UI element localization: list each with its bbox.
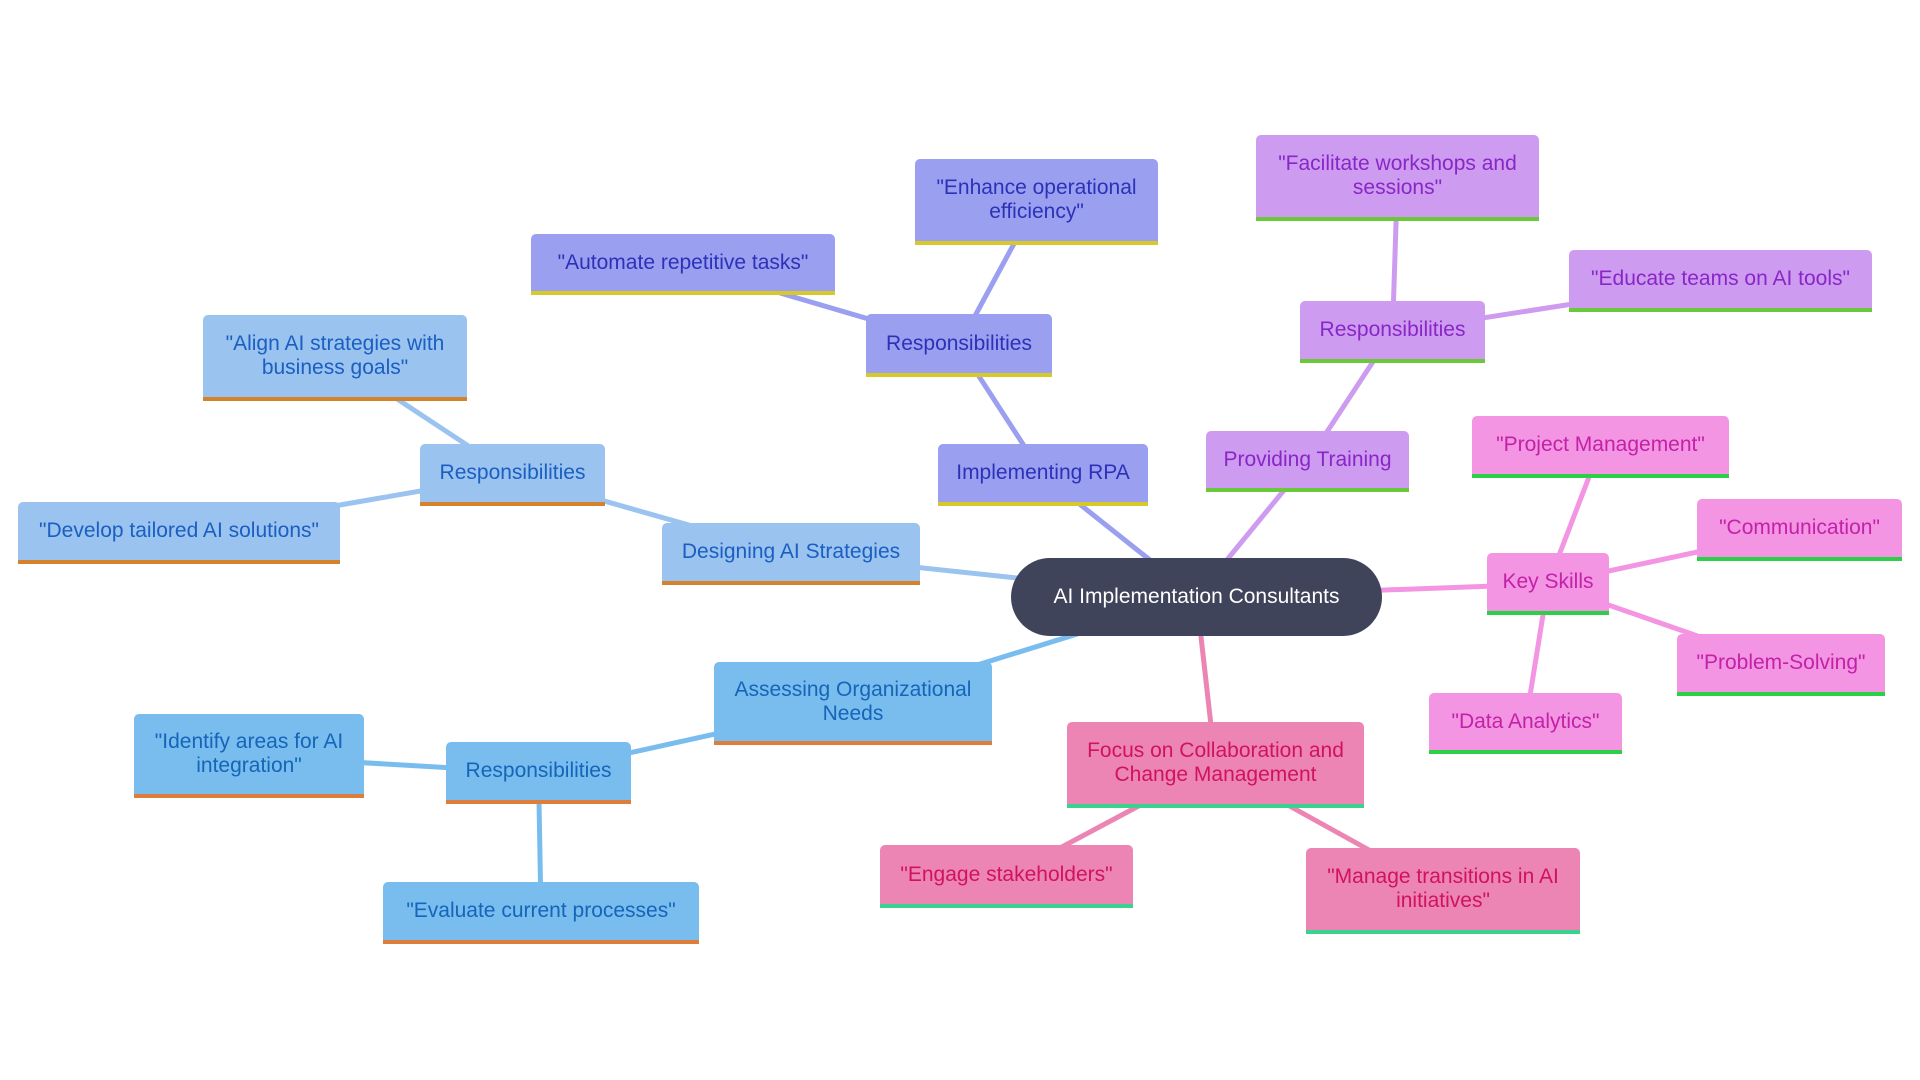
- node-implementing-rpa[interactable]: Implementing RPA: [938, 444, 1148, 506]
- node-label: "Develop tailored AI solutions": [39, 519, 319, 542]
- node-data-analytics[interactable]: "Data Analytics": [1429, 693, 1622, 754]
- node-identify-areas[interactable]: "Identify areas for AI integration": [134, 714, 364, 798]
- node-label: Key Skills: [1502, 570, 1594, 593]
- node-designing-ai-strategies[interactable]: Designing AI Strategies: [662, 523, 920, 585]
- node-label: "Engage stakeholders": [900, 862, 1113, 886]
- node-label: "Align AI strategies with business goals…: [225, 332, 445, 379]
- node-engage-stakeholders[interactable]: "Engage stakeholders": [880, 845, 1133, 908]
- node-project-management[interactable]: "Project Management": [1472, 416, 1729, 478]
- node-label: Assessing Organizational Needs: [734, 677, 972, 725]
- root-node[interactable]: AI Implementation Consultants: [1011, 558, 1382, 636]
- node-label: Responsibilities: [465, 759, 612, 782]
- node-label: "Evaluate current processes": [406, 899, 676, 922]
- node-label: Providing Training: [1223, 447, 1392, 471]
- node-key-skills[interactable]: Key Skills: [1487, 553, 1609, 615]
- node-align-strategies[interactable]: "Align AI strategies with business goals…: [203, 315, 467, 401]
- node-facilitate-workshops[interactable]: "Facilitate workshops and sessions": [1256, 135, 1539, 221]
- node-assessing-needs[interactable]: Assessing Organizational Needs: [714, 662, 992, 745]
- node-responsibilities-assess[interactable]: Responsibilities: [446, 742, 631, 804]
- node-educate-teams[interactable]: "Educate teams on AI tools": [1569, 250, 1872, 312]
- node-label: Focus on Collaboration and Change Manage…: [1087, 739, 1344, 786]
- node-evaluate-processes[interactable]: "Evaluate current processes": [383, 882, 699, 944]
- node-manage-transitions[interactable]: "Manage transitions in AI initiatives": [1306, 848, 1580, 934]
- node-focus-collaboration[interactable]: Focus on Collaboration and Change Manage…: [1067, 722, 1364, 808]
- node-providing-training[interactable]: Providing Training: [1206, 431, 1409, 492]
- node-communication[interactable]: "Communication": [1697, 499, 1902, 561]
- node-responsibilities-training[interactable]: Responsibilities: [1300, 301, 1485, 363]
- node-responsibilities-design[interactable]: Responsibilities: [420, 444, 605, 506]
- node-label: Responsibilities: [886, 331, 1032, 355]
- node-label: "Educate teams on AI tools": [1591, 267, 1850, 290]
- node-label: "Project Management": [1496, 433, 1705, 456]
- node-label: Implementing RPA: [956, 461, 1130, 484]
- node-responsibilities-rpa[interactable]: Responsibilities: [866, 314, 1052, 377]
- node-problem-solving[interactable]: "Problem-Solving": [1677, 634, 1885, 696]
- node-label: Responsibilities: [439, 461, 586, 484]
- node-label: "Facilitate workshops and sessions": [1278, 152, 1517, 199]
- node-develop-solutions[interactable]: "Develop tailored AI solutions": [18, 502, 340, 564]
- node-label: "Communication": [1719, 516, 1880, 539]
- node-label: "Enhance operational efficiency": [936, 176, 1137, 223]
- node-label: "Problem-Solving": [1696, 651, 1866, 674]
- node-label: Designing AI Strategies: [681, 540, 901, 563]
- node-label: "Manage transitions in AI initiatives": [1327, 865, 1559, 912]
- root-label: AI Implementation Consultants: [1053, 585, 1340, 608]
- node-label: "Automate repetitive tasks": [557, 250, 809, 274]
- node-label: Responsibilities: [1319, 318, 1466, 341]
- node-label: "Data Analytics": [1451, 709, 1600, 733]
- node-label: "Identify areas for AI integration": [154, 730, 344, 777]
- node-automate-tasks[interactable]: "Automate repetitive tasks": [531, 234, 835, 295]
- node-enhance-efficiency[interactable]: "Enhance operational efficiency": [915, 159, 1158, 245]
